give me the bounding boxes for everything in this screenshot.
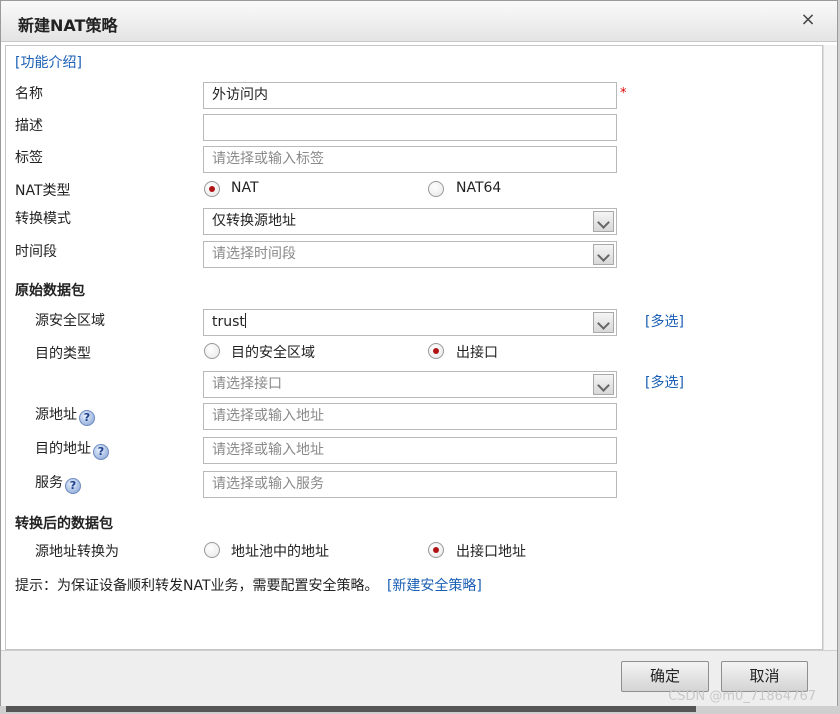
- watermark: CSDN @m0_71864767: [668, 689, 816, 704]
- help-icon[interactable]: ?: [93, 444, 109, 460]
- source-address-label-text: 源地址: [35, 407, 77, 423]
- dest-address-placeholder: 请选择或输入地址: [212, 442, 324, 458]
- service-input[interactable]: 请选择或输入服务: [203, 471, 617, 498]
- time-range-label: 时间段: [15, 244, 57, 260]
- close-icon[interactable]: ×: [799, 11, 817, 29]
- description-field[interactable]: [203, 114, 617, 141]
- vertical-scrollbar[interactable]: [823, 45, 837, 650]
- chevron-down-icon[interactable]: [593, 312, 614, 333]
- source-zone-value: trust: [212, 314, 245, 330]
- dest-type-radio-interface[interactable]: [428, 343, 444, 359]
- name-field[interactable]: 外访问内: [203, 82, 617, 109]
- hint-line: 提示：为保证设备顺利转发NAT业务，需要配置安全策略。 [新建安全策略]: [15, 575, 482, 595]
- nat-type-option-nat64[interactable]: NAT64: [456, 180, 501, 196]
- time-range-placeholder: 请选择时间段: [212, 246, 296, 262]
- ok-button[interactable]: 确定: [621, 661, 709, 692]
- convert-mode-label: 转换模式: [15, 211, 71, 227]
- chevron-down-icon[interactable]: [593, 244, 614, 265]
- dest-type-radio-zone[interactable]: [204, 343, 220, 359]
- service-placeholder: 请选择或输入服务: [212, 476, 324, 492]
- dest-type-option-zone[interactable]: 目的安全区域: [231, 342, 315, 362]
- dialog-title: 新建NAT策略: [18, 16, 118, 35]
- hint-text: 提示：为保证设备顺利转发NAT业务，需要配置安全策略。: [15, 578, 379, 594]
- dest-address-label: 目的地址?: [35, 438, 109, 460]
- source-zone-select[interactable]: trust: [203, 309, 617, 336]
- tags-input[interactable]: 请选择或输入标签: [203, 146, 617, 173]
- description-label: 描述: [15, 118, 43, 134]
- translated-packet-section-title: 转换后的数据包: [15, 516, 113, 532]
- dest-type-option-interface[interactable]: 出接口: [456, 342, 498, 362]
- tags-label: 标签: [15, 150, 43, 166]
- source-translate-radio-pool[interactable]: [204, 542, 220, 558]
- dialog-titlebar[interactable]: 新建NAT策略 ×: [1, 1, 837, 42]
- cancel-button[interactable]: 取消: [721, 661, 808, 692]
- source-address-placeholder: 请选择或输入地址: [212, 408, 324, 424]
- window-bottom-edge: [0, 706, 840, 714]
- nat-policy-dialog: 新建NAT策略 × [功能介绍] 名称 外访问内 * 描述 标签 请选择或输入标…: [0, 0, 838, 706]
- convert-mode-select[interactable]: 仅转换源地址: [203, 208, 617, 235]
- chevron-down-icon[interactable]: [593, 374, 614, 395]
- interface-placeholder: 请选择接口: [212, 376, 282, 392]
- service-label-text: 服务: [35, 475, 63, 491]
- source-address-label: 源地址?: [35, 404, 95, 426]
- bottom-bar: [6, 706, 696, 712]
- nat-type-option-nat[interactable]: NAT: [231, 180, 259, 196]
- source-translate-option-pool[interactable]: 地址池中的地址: [231, 541, 329, 561]
- dest-type-label: 目的类型: [35, 346, 91, 362]
- dialog-content: [功能介绍] 名称 外访问内 * 描述 标签 请选择或输入标签 NAT类型 NA…: [5, 45, 823, 650]
- source-translate-label: 源地址转换为: [35, 544, 119, 560]
- source-translate-radio-interface[interactable]: [428, 542, 444, 558]
- nat-type-radio-nat[interactable]: [204, 181, 220, 197]
- tags-placeholder: 请选择或输入标签: [212, 151, 324, 167]
- dest-address-label-text: 目的地址: [35, 441, 91, 457]
- dest-address-input[interactable]: 请选择或输入地址: [203, 437, 617, 464]
- name-label: 名称: [15, 86, 43, 102]
- nat-type-label: NAT类型: [15, 183, 71, 199]
- new-security-policy-link[interactable]: [新建安全策略]: [387, 578, 482, 594]
- interface-select[interactable]: 请选择接口: [203, 371, 617, 398]
- convert-mode-value: 仅转换源地址: [212, 213, 296, 229]
- nat-type-radio-nat64[interactable]: [428, 181, 444, 197]
- source-zone-multi-select-link[interactable]: [多选]: [645, 311, 684, 331]
- source-translate-option-interface[interactable]: 出接口地址: [456, 541, 526, 561]
- original-packet-section-title: 原始数据包: [15, 283, 85, 299]
- service-label: 服务?: [35, 472, 81, 494]
- interface-multi-select-link[interactable]: [多选]: [645, 372, 684, 392]
- source-address-input[interactable]: 请选择或输入地址: [203, 403, 617, 430]
- help-icon[interactable]: ?: [65, 478, 81, 494]
- name-value: 外访问内: [212, 87, 268, 103]
- feature-intro-link[interactable]: [功能介绍]: [15, 52, 82, 72]
- text-caret: [244, 313, 246, 328]
- required-mark: *: [620, 86, 627, 101]
- help-icon[interactable]: ?: [79, 410, 95, 426]
- time-range-select[interactable]: 请选择时间段: [203, 241, 617, 268]
- source-zone-label: 源安全区域: [35, 313, 105, 329]
- chevron-down-icon[interactable]: [593, 211, 614, 232]
